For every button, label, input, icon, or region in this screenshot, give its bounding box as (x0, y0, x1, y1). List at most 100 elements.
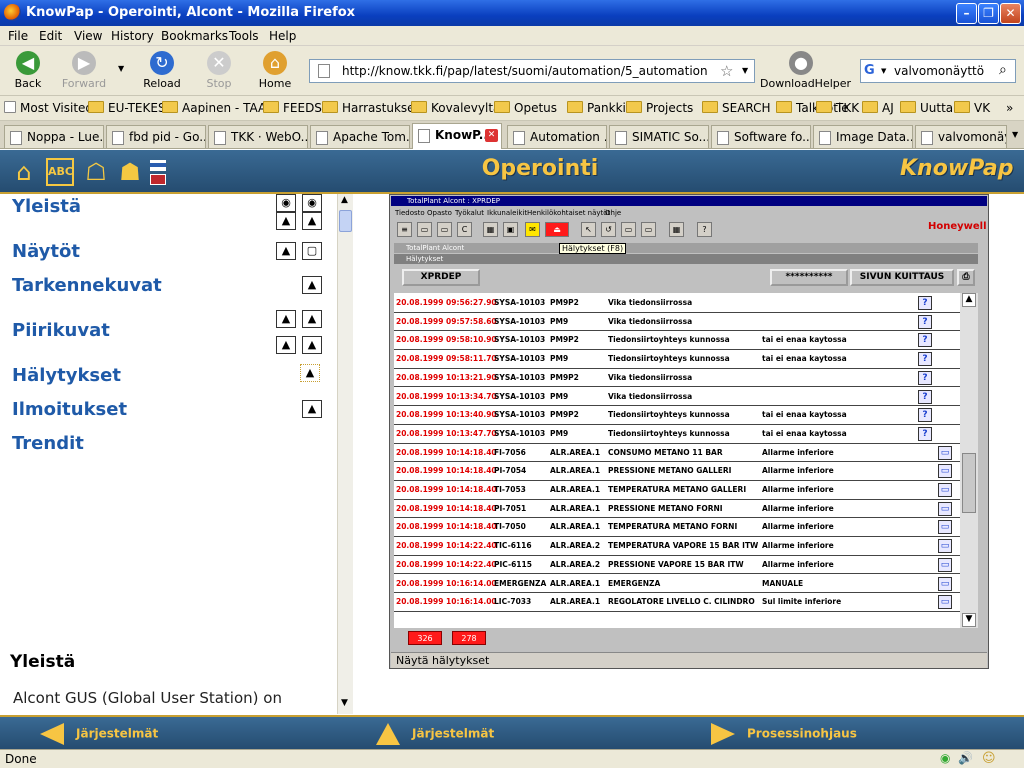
search-input[interactable]: valvomonäyttö (894, 64, 984, 78)
presentation-icon[interactable]: ☖ (82, 158, 110, 186)
category-piirikuvat[interactable]: Piirikuvat (12, 320, 110, 341)
search-box[interactable]: G ▼ valvomonäyttö ⌕ (860, 59, 1016, 83)
tab-apache-tomcat[interactable]: Apache Tom... (310, 125, 410, 148)
picture-icon[interactable]: ▲ (276, 310, 296, 328)
tab-list-icon[interactable]: ▼ (1012, 130, 1018, 139)
tab-automation[interactable]: Automation ... (507, 125, 607, 148)
stop-icon: ✕ (207, 51, 231, 75)
animation-icon[interactable]: ◉ (276, 194, 296, 212)
bookmark-star-icon[interactable]: ☆ (720, 62, 733, 80)
alcont-menu-item: Tiedosto (395, 209, 425, 217)
glossary-icon[interactable]: ABC (46, 158, 74, 186)
panel-scrollbar[interactable]: ▲ ▼ (337, 194, 353, 714)
tool-icon: ≡ (397, 222, 412, 237)
downloadhelper-button[interactable]: ● DownloadHelper (760, 48, 851, 94)
menu-bookmarks[interactable]: Bookmarks (161, 29, 228, 43)
page-icon (10, 131, 22, 145)
scroll-thumb[interactable] (339, 210, 352, 232)
webo-icon (214, 131, 226, 145)
category-naytot[interactable]: Näytöt (12, 241, 80, 262)
tab-image-data[interactable]: Image Data... (813, 125, 913, 148)
close-button[interactable]: ✕ (1000, 3, 1021, 24)
next-page-link[interactable]: Prosessinohjaus (711, 723, 857, 745)
bookmark-folder[interactable]: EU-TEKES (88, 101, 166, 115)
home-icon[interactable]: ⌂ (10, 158, 38, 186)
alarm-cell: ALR.AREA.1 (550, 466, 601, 476)
alarm-cell: 20.08.1999 10:14:22.40 (396, 541, 497, 551)
bookmark-folder[interactable]: Projects (626, 101, 693, 115)
home-button[interactable]: ⌂ Home (249, 48, 301, 94)
tab-close-icon[interactable]: ✕ (485, 129, 498, 142)
page-title: Operointi (481, 156, 599, 181)
bookmark-folder[interactable]: Kovalevylta (411, 101, 500, 115)
bookmark-folder[interactable]: TKK (816, 101, 859, 115)
search-engine-dropdown-icon[interactable]: ▼ (881, 67, 886, 75)
tab-knowpap[interactable]: KnowP... ✕ (412, 123, 502, 149)
bookmark-folder[interactable]: VK (954, 101, 990, 115)
alarms-icon: ⏏ (545, 222, 569, 237)
forward-dropdown-icon[interactable]: ▼ (118, 64, 124, 73)
menu-file[interactable]: File (8, 29, 28, 43)
bookmark-folder[interactable]: Opetus (494, 101, 557, 115)
tab-fbd-pid[interactable]: fbd pid - Go... (106, 125, 206, 148)
forward-button[interactable]: ▶ Forward (58, 48, 110, 94)
bookmark-folder[interactable]: Pankki (567, 101, 626, 115)
tab-noppa[interactable]: Noppa - Lue... (4, 125, 104, 148)
bookmark-folder[interactable]: Harrastukset (322, 101, 419, 115)
help-icon: ? (918, 352, 932, 367)
back-arrow-icon: ◀ (16, 51, 40, 75)
picture-icon[interactable]: ▲ (302, 212, 322, 230)
menu-view[interactable]: View (74, 29, 102, 43)
picture-icon[interactable]: ▲ (276, 336, 296, 354)
category-ilmoitukset[interactable]: Ilmoitukset (12, 399, 127, 420)
tab-software[interactable]: Software fo... (711, 125, 811, 148)
category-halytykset[interactable]: Hälytykset (12, 365, 121, 386)
picture-icon[interactable]: ▲ (302, 400, 322, 418)
category-trendit[interactable]: Trendit (12, 433, 84, 454)
prev-page-link[interactable]: Järjestelmät (40, 723, 158, 745)
alarm-cell: SYSA-10103 (494, 316, 546, 326)
picture-icon[interactable]: ▲ (302, 310, 322, 328)
back-button[interactable]: ◀ Back (2, 48, 54, 94)
picture-icon[interactable]: ▲ (302, 276, 322, 294)
picture-icon[interactable]: ▲ (302, 336, 322, 354)
menu-help[interactable]: Help (269, 29, 296, 43)
reload-button[interactable]: ↻ Reload (136, 48, 188, 94)
tab-tkk-webo[interactable]: TKK · WebO... (208, 125, 308, 148)
url-dropdown-icon[interactable]: ▼ (742, 66, 748, 75)
menu-history[interactable]: History (111, 29, 154, 43)
search-icon[interactable]: ⌕ (999, 62, 1007, 78)
scroll-down-icon[interactable]: ▼ (341, 698, 348, 708)
menu-tools[interactable]: Tools (229, 29, 259, 43)
stop-button[interactable]: ✕ Stop (193, 48, 245, 94)
tab-simatic[interactable]: SIMATIC So... (609, 125, 709, 148)
tab-valvomonayttö[interactable]: valvomonäy... (915, 125, 1007, 148)
animation-icon[interactable]: ◉ (302, 194, 322, 212)
up-page-link[interactable]: Järjestelmät (376, 723, 494, 745)
alcont-menu: Tiedosto Opasto Työkalut Ikkunaleikit He… (391, 207, 987, 219)
bookmark-most-visited[interactable]: Most Visited (4, 101, 93, 115)
minimize-button[interactable]: – (956, 3, 977, 24)
scroll-up-icon[interactable]: ▲ (341, 195, 348, 205)
bookmark-folder[interactable]: SEARCH (702, 101, 771, 115)
finnish-flag-icon[interactable] (150, 160, 166, 171)
alarm-counts: 326 278 (394, 629, 978, 649)
category-yleista[interactable]: Yleistä (12, 196, 81, 217)
bookmark-folder[interactable]: FEEDS (263, 101, 322, 115)
bookmark-folder[interactable]: Aapinen - TAAS (162, 101, 274, 115)
maximize-button[interactable]: ❐ (978, 3, 999, 24)
bookmarks-overflow-icon[interactable]: » (1006, 101, 1013, 115)
category-tarkennekuvat[interactable]: Tarkennekuvat (12, 275, 162, 296)
menu-edit[interactable]: Edit (39, 29, 62, 43)
picture-icon[interactable]: ▲ (276, 212, 296, 230)
alarm-cell: Tiedonsiirtoyhteys kunnossa (608, 335, 730, 345)
sitemap-icon[interactable]: ☗ (116, 158, 144, 186)
url-bar[interactable]: http://know.tkk.fi/pap/latest/suomi/auto… (309, 59, 755, 83)
reload-icon: ↻ (150, 51, 174, 75)
bookmark-folder[interactable]: Uutta (900, 101, 953, 115)
picture-icon[interactable]: ▲ (276, 242, 296, 260)
bookmark-folder[interactable]: AJ (862, 101, 894, 115)
english-flag-icon[interactable] (150, 174, 166, 185)
picture-icon-selected[interactable]: ▲ (300, 364, 320, 382)
window-icon[interactable]: ▢ (302, 242, 322, 260)
